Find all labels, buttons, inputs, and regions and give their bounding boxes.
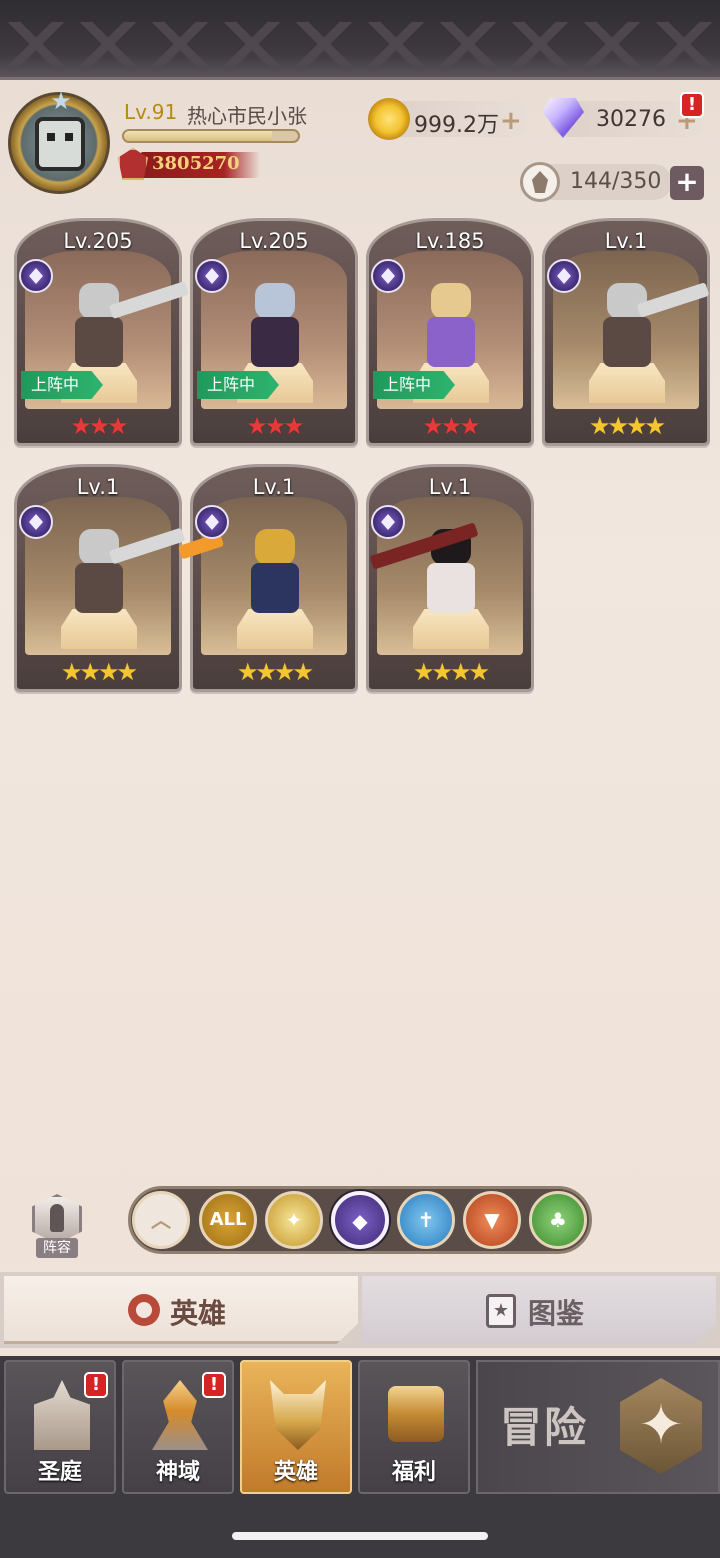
hero-card-7[interactable]: Lv.1 ★★★★ bbox=[366, 464, 534, 692]
nav-court-label: 圣庭 bbox=[37, 1460, 82, 1485]
hero-tab-icon bbox=[128, 1294, 160, 1326]
nav-welfare[interactable]: 福利 bbox=[358, 1360, 470, 1494]
add-gold-button[interactable]: + bbox=[500, 106, 522, 136]
deployed-tag: 上阵中 bbox=[197, 371, 279, 399]
court-alert-badge: ! bbox=[84, 1372, 108, 1398]
castle-icon bbox=[34, 1380, 90, 1450]
dark-faction-icon bbox=[195, 259, 229, 293]
hero-level: Lv.185 bbox=[415, 229, 485, 253]
filter-all-button[interactable]: ALL bbox=[199, 1191, 257, 1249]
hero-level: Lv.1 bbox=[252, 475, 296, 499]
holy-faction-icon[interactable]: ✝ bbox=[397, 1191, 455, 1249]
avatar-robot-icon bbox=[35, 117, 85, 171]
power-value: 3805270 bbox=[152, 153, 240, 174]
hero-capacity-icon bbox=[520, 162, 560, 202]
hero-card-3[interactable]: Lv.185 上阵中 ★★★ bbox=[366, 218, 534, 446]
player-level: Lv.91 bbox=[124, 100, 178, 124]
hero-card-2[interactable]: Lv.205 上阵中 ★★★ bbox=[190, 218, 358, 446]
nav-hero-label: 英雄 bbox=[273, 1460, 318, 1485]
nav-divine-label: 神域 bbox=[155, 1460, 200, 1485]
nav-hero[interactable]: 英雄 bbox=[240, 1360, 352, 1494]
nav-welfare-label: 福利 bbox=[391, 1460, 436, 1485]
deployed-tag: 上阵中 bbox=[373, 371, 455, 399]
gem-amount: 30276 bbox=[596, 107, 666, 132]
gem-alert-badge: ! bbox=[680, 92, 704, 118]
hero-card-6[interactable]: Lv.1 ★★★★ bbox=[177, 464, 358, 692]
rank-star-icon: ★ bbox=[50, 87, 72, 115]
player-name: 热心市民小张 bbox=[187, 104, 307, 128]
tab-hero-label: 英雄 bbox=[170, 1297, 227, 1330]
tab-collection-label: 图鉴 bbox=[528, 1297, 585, 1330]
helmet-icon bbox=[270, 1380, 326, 1450]
dark-faction-icon bbox=[371, 259, 405, 293]
dark-faction-icon bbox=[195, 505, 229, 539]
dark-faction-icon bbox=[547, 259, 581, 293]
nature-faction-icon[interactable]: ♣ bbox=[529, 1191, 587, 1249]
cat-knight-sprite bbox=[57, 525, 141, 621]
home-indicator[interactable] bbox=[232, 1532, 488, 1540]
treasure-chest-icon bbox=[388, 1386, 444, 1442]
hero-level: Lv.1 bbox=[76, 475, 120, 499]
star-rating: ★★★★ bbox=[60, 658, 138, 686]
dark-faction-icon bbox=[19, 259, 53, 293]
hero-level: Lv.1 bbox=[604, 229, 648, 253]
cat-knight-sprite bbox=[57, 279, 141, 375]
sort-up-chevron-icon[interactable]: ︿ bbox=[132, 1191, 190, 1249]
expand-capacity-button[interactable]: + bbox=[670, 166, 704, 200]
beast-faction-icon[interactable]: ▼ bbox=[463, 1191, 521, 1249]
winged-girl-sprite bbox=[409, 279, 493, 375]
deployed-tag: 上阵中 bbox=[21, 371, 103, 399]
lineup-button[interactable]: 阵容 bbox=[22, 1190, 92, 1260]
star-rating: ★★★ bbox=[422, 412, 481, 440]
crystal-altar-icon bbox=[152, 1380, 208, 1450]
hero-level: Lv.205 bbox=[63, 229, 133, 253]
cat-knight-sprite bbox=[585, 279, 669, 375]
exp-bar-fill bbox=[124, 131, 272, 141]
hero-capacity: 144/350 bbox=[570, 169, 662, 194]
hero-card-4[interactable]: Lv.1 ★★★★ bbox=[542, 218, 710, 446]
dark-faction-filter-icon[interactable]: ◆ bbox=[331, 1191, 389, 1249]
divine-alert-badge: ! bbox=[202, 1372, 226, 1398]
top-banner bbox=[0, 0, 720, 80]
armored-knight-sprite bbox=[233, 525, 317, 621]
collection-book-icon: ★ bbox=[486, 1294, 516, 1328]
star-rating: ★★★★ bbox=[236, 658, 314, 686]
adventure-label: 冒险 bbox=[500, 1403, 589, 1452]
dark-faction-icon bbox=[371, 505, 405, 539]
banner-pattern bbox=[0, 22, 720, 66]
hero-card-5[interactable]: Lv.1 ★★★★ bbox=[14, 464, 186, 692]
exp-bar bbox=[122, 129, 300, 143]
star-rating: ★★★★ bbox=[588, 412, 666, 440]
hero-level: Lv.1 bbox=[428, 475, 472, 499]
pawn-icon bbox=[50, 1204, 64, 1232]
hero-level: Lv.205 bbox=[239, 229, 309, 253]
gold-coin-icon bbox=[368, 98, 410, 140]
star-rating: ★★★★ bbox=[412, 658, 490, 686]
hero-card-1[interactable]: Lv.205 上阵中 ★★★ bbox=[14, 218, 190, 446]
demon-lady-sprite bbox=[233, 279, 317, 375]
dark-faction-icon bbox=[19, 505, 53, 539]
star-rating: ★★★ bbox=[70, 412, 129, 440]
light-faction-icon[interactable]: ✦ bbox=[265, 1191, 323, 1249]
lineup-label: 阵容 bbox=[36, 1238, 78, 1258]
star-rating: ★★★ bbox=[246, 412, 305, 440]
gold-amount: 999.2万 bbox=[414, 113, 499, 138]
